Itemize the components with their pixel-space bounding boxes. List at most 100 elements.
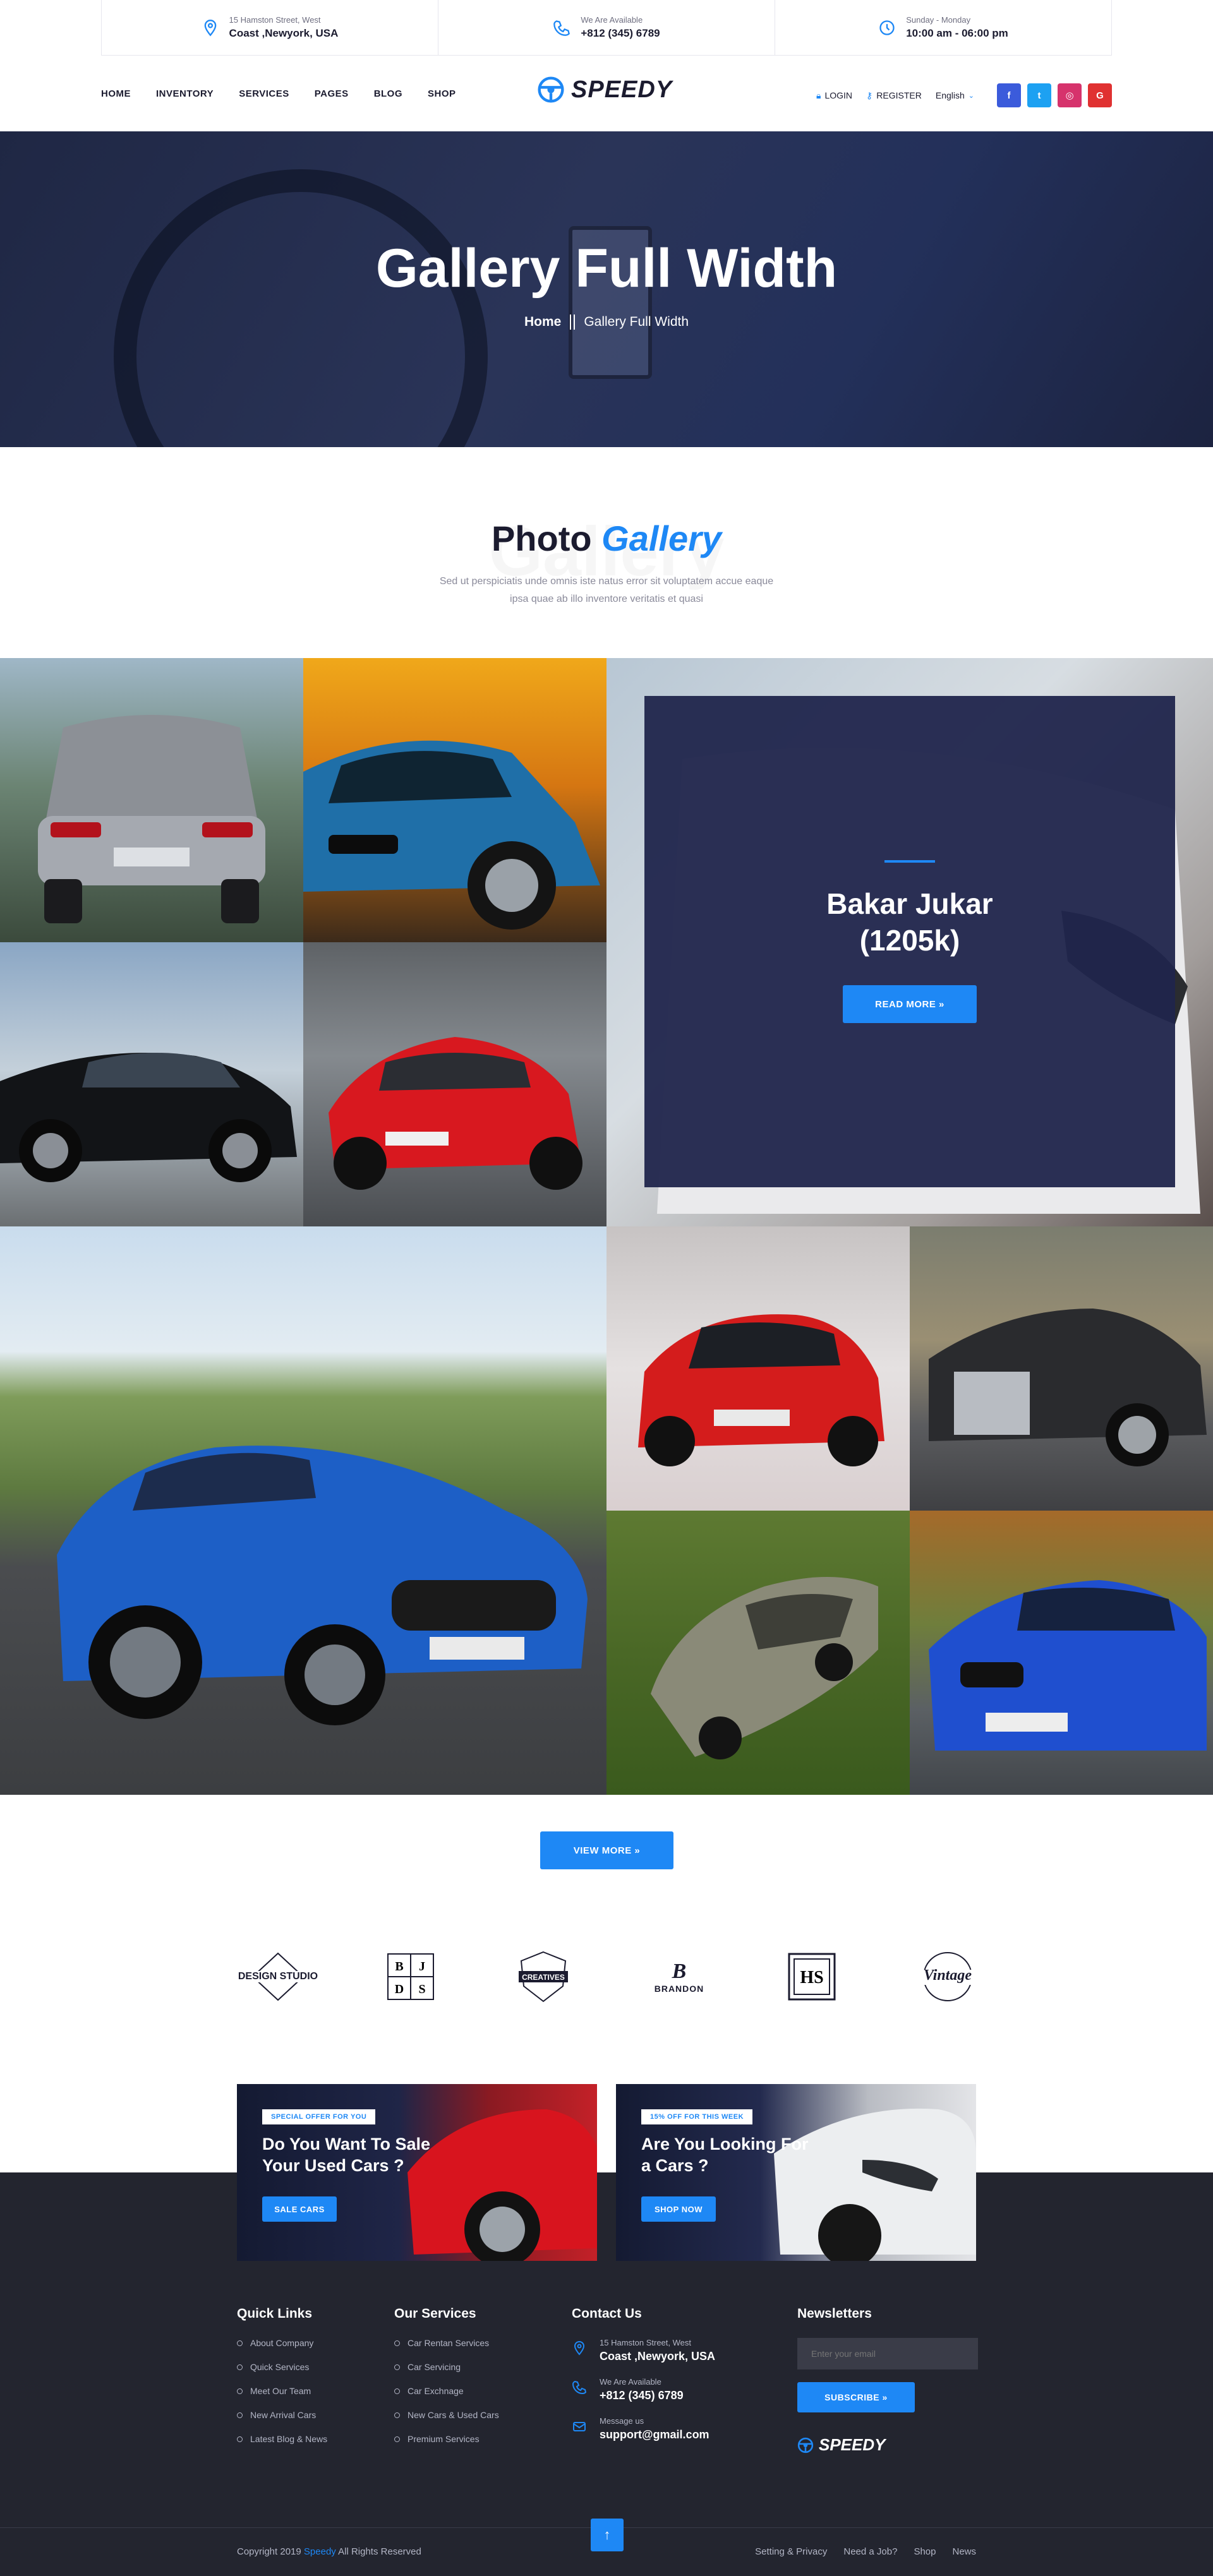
view-more-button[interactable]: VIEW MORE » (540, 1831, 673, 1869)
promo-title: Do You Want To Sale Your Used Cars ? (262, 2135, 431, 2175)
address-line2: Coast ,Newyork, USA (229, 27, 339, 39)
red-suv-promo-image (407, 2109, 597, 2261)
scroll-to-top-button[interactable]: ↑ (591, 2519, 624, 2551)
footer-link[interactable]: Premium Services (394, 2434, 499, 2444)
menu-blog[interactable]: BLOG (374, 88, 402, 99)
key-icon: ⚷ (866, 90, 873, 100)
svg-text:J: J (419, 1960, 425, 1974)
subscribe-button[interactable]: SUBSCRIBE » (797, 2382, 915, 2412)
phone-number[interactable]: +812 (345) 6789 (581, 27, 660, 40)
brand-logo-vintage[interactable]: Vintage (913, 1948, 982, 2005)
footer-address-line2: Coast ,Newyork, USA (600, 2350, 716, 2363)
white-car-promo-image (774, 2108, 976, 2261)
promo-tag: 15% OFF FOR THIS WEEK (641, 2109, 753, 2124)
location-pin-icon (574, 2340, 585, 2356)
newsletter-email-input[interactable] (797, 2338, 978, 2369)
menu-shop[interactable]: SHOP (428, 88, 456, 99)
social-links: f t ◎ G (997, 83, 1112, 107)
blue-suv-image (303, 740, 600, 930)
footer-link[interactable]: Quick Services (237, 2362, 327, 2372)
footer-address: 15 Hamston Street, West Coast ,Newyork, U… (572, 2338, 715, 2363)
section-title: Photo Gallery (0, 518, 1213, 559)
red-hatchback-image (638, 1314, 884, 1466)
footer-logo[interactable]: SPEEDY (797, 2435, 978, 2455)
svg-text:HS: HS (800, 1968, 823, 1987)
hours-info: Sunday - Monday 10:00 am - 06:00 pm (775, 0, 1111, 55)
gallery-image-blue-jaguar[interactable] (0, 1226, 606, 1795)
clock-icon (879, 20, 895, 35)
language-select[interactable]: English ⌄ (936, 90, 974, 100)
gallery-image-vintage-car[interactable] (606, 1511, 910, 1795)
services-title: Our Services (394, 2306, 476, 2321)
gallery-image-red-hatchback[interactable] (606, 1226, 910, 1511)
facebook-icon[interactable]: f (997, 83, 1021, 107)
google-icon[interactable]: G (1088, 83, 1112, 107)
login-label: LOGIN (824, 90, 853, 100)
footer-bottom-link[interactable]: Setting & Privacy (755, 2546, 827, 2557)
gallery-image-blue-suv[interactable] (303, 658, 606, 942)
promo-tag: SPECIAL OFFER FOR YOU (262, 2109, 376, 2124)
footer-bottom-link[interactable]: News (952, 2546, 976, 2557)
svg-text:B: B (395, 1960, 403, 1974)
footer-link[interactable]: New Arrival Cars (237, 2410, 327, 2420)
gallery-image-luxury-sedan[interactable] (910, 1226, 1213, 1511)
svg-text:S: S (418, 1982, 425, 1996)
footer-link[interactable]: Car Rentan Services (394, 2338, 499, 2348)
footer-link[interactable]: About Company (237, 2338, 327, 2348)
logo-text: SPEEDY (571, 76, 673, 103)
steering-wheel-icon (538, 76, 564, 103)
site-logo[interactable]: SPEEDY (537, 76, 672, 104)
footer-email-label: Message us (600, 2416, 644, 2426)
menu-inventory[interactable]: INVENTORY (156, 88, 214, 99)
location-pin-icon (204, 19, 216, 36)
twitter-icon[interactable]: t (1027, 83, 1051, 107)
promo-title: Are You Looking For a Cars ? (641, 2135, 809, 2175)
brand-logo-hs[interactable]: HS (787, 1948, 837, 2005)
blue-bmw-image (929, 1580, 1207, 1751)
instagram-icon[interactable]: ◎ (1058, 83, 1082, 107)
footer-link[interactable]: Meet Our Team (237, 2386, 327, 2396)
top-info-bar: 15 Hamston Street, West Coast ,Newyork, U… (101, 0, 1112, 56)
footer-link[interactable]: Car Exchnage (394, 2386, 499, 2396)
copyright-suffix: All Rights Reserved (338, 2546, 421, 2557)
gallery-heading: Gallery Photo Gallery Sed ut perspiciati… (0, 518, 1213, 608)
gallery-image-silver-sedan[interactable] (0, 658, 303, 942)
gallery-image-red-sports-car[interactable] (303, 942, 606, 1226)
contact-title: Contact Us (572, 2306, 642, 2321)
register-link[interactable]: ⚷ REGISTER (866, 90, 922, 101)
sale-cars-button[interactable]: SALE CARS (262, 2196, 337, 2222)
footer-link[interactable]: New Cars & Used Cars (394, 2410, 499, 2420)
footer-bottom-link[interactable]: Shop (914, 2546, 936, 2557)
footer-phone: We Are Available +812 (345) 6789 (572, 2377, 715, 2402)
footer-email-address[interactable]: support@gmail.com (600, 2428, 709, 2441)
lock-icon: 🔒︎ (816, 90, 821, 100)
brand-logo-design-studio[interactable]: DESIGN STUDIO (234, 1948, 322, 2005)
footer-bottom-link[interactable]: Need a Job? (843, 2546, 897, 2557)
section-title-plain: Photo (491, 518, 592, 558)
main-menu: HOME INVENTORY SERVICES PAGES BLOG SHOP (101, 88, 456, 99)
menu-services[interactable]: SERVICES (239, 88, 289, 99)
brandon-b-icon: B (672, 1960, 687, 1983)
brand-logo-bjds[interactable]: B J DS (385, 1948, 436, 2005)
footer-phone-number[interactable]: +812 (345) 6789 (600, 2389, 684, 2402)
newsletter-title: Newsletters (797, 2306, 872, 2321)
gallery-image-black-sedan[interactable] (0, 942, 303, 1226)
main-navigation: HOME INVENTORY SERVICES PAGES BLOG SHOP … (101, 68, 1112, 119)
copyright-brand[interactable]: Speedy (304, 2546, 336, 2557)
featured-car-card: Bakar Jukar (1205k) READ MORE » (644, 696, 1175, 1187)
login-link[interactable]: 🔒︎ LOGIN (816, 90, 852, 101)
menu-home[interactable]: HOME (101, 88, 131, 99)
menu-pages[interactable]: PAGES (315, 88, 349, 99)
gallery-image-blue-bmw[interactable] (910, 1511, 1213, 1795)
read-more-button[interactable]: READ MORE » (843, 985, 977, 1023)
phone-info: We Are Available +812 (345) 6789 (438, 0, 775, 55)
brand-logo-brandon[interactable]: B BRANDON (648, 1948, 711, 2005)
footer-link[interactable]: Car Servicing (394, 2362, 499, 2372)
breadcrumb-home[interactable]: Home (524, 315, 561, 329)
brand-label-brandon: BRANDON (654, 1984, 704, 1994)
phone-icon (572, 2380, 587, 2395)
shop-now-button[interactable]: SHOP NOW (641, 2196, 716, 2222)
svg-text:CREATIVES: CREATIVES (522, 1973, 565, 1982)
brand-logo-creatives[interactable]: CREATIVES (515, 1948, 572, 2005)
footer-link[interactable]: Latest Blog & News (237, 2434, 327, 2444)
